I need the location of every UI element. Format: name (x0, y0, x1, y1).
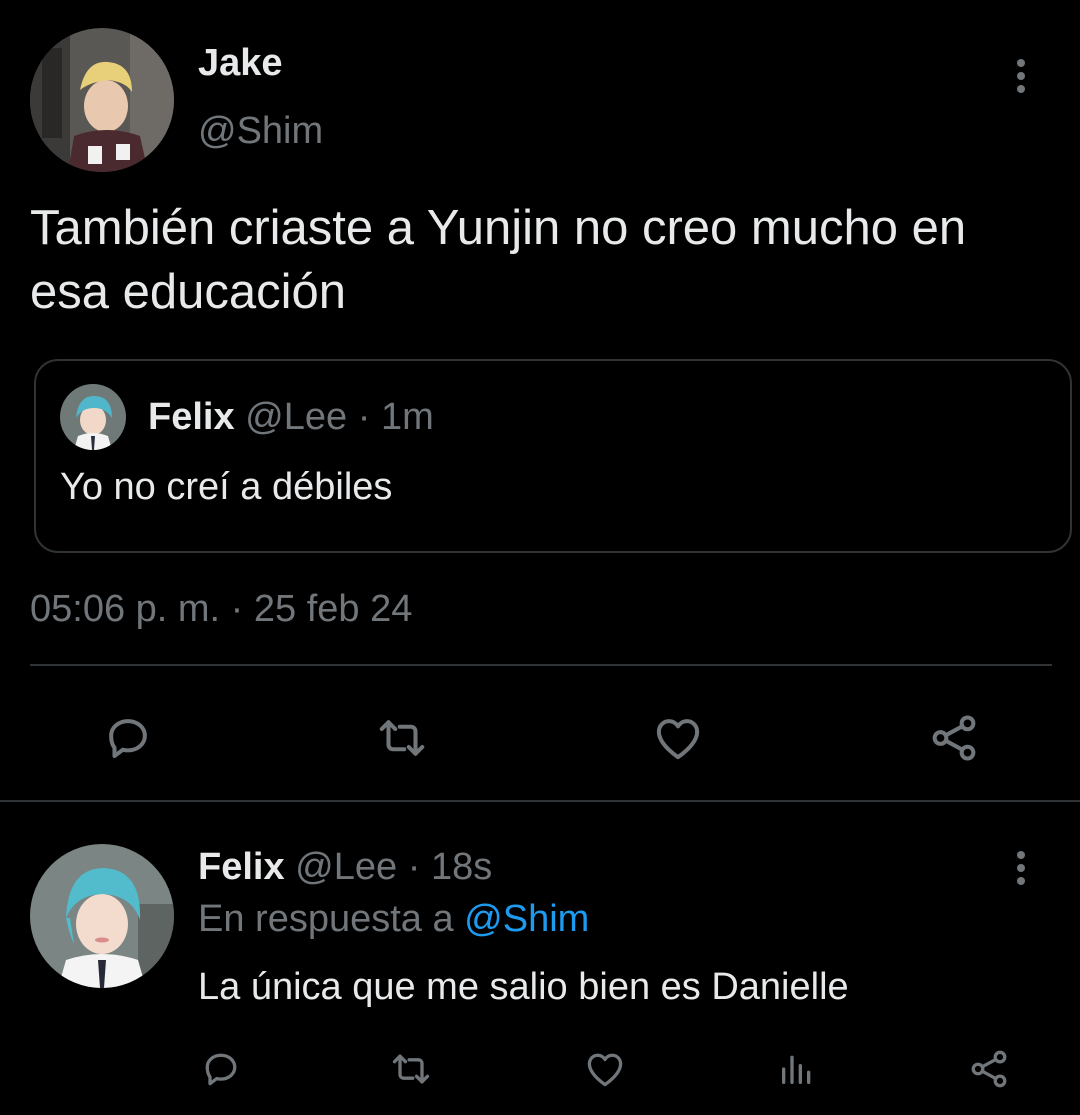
reply-time: 18s (430, 846, 493, 888)
author-handle[interactable]: @Shim (198, 110, 323, 153)
separator-dot: · (407, 846, 421, 888)
divider (30, 664, 1052, 666)
share-icon (971, 1050, 1007, 1088)
tweet-text: También criaste a Yunjin no creo mucho e… (30, 201, 967, 319)
reply-author-name[interactable]: Felix (198, 846, 285, 888)
like-icon (587, 1053, 623, 1087)
quoted-tweet-header: Felix @Lee · 1m (148, 396, 434, 439)
quoted-tweet-time: 1m (380, 396, 434, 438)
retweet-button[interactable] (370, 706, 434, 770)
retweet-button[interactable] (386, 1044, 436, 1094)
reply-text: La única que me salio bien es Danielle (198, 966, 849, 1008)
divider (0, 800, 1080, 802)
avatar-jake[interactable] (30, 28, 174, 172)
analytics-button[interactable] (772, 1044, 822, 1094)
share-button[interactable] (922, 706, 986, 770)
more-options-icon[interactable] (1006, 52, 1036, 100)
like-icon (656, 719, 700, 760)
avatar-felix[interactable] (30, 844, 174, 988)
tweet-timestamp[interactable]: 05:06 p. m. · 25 feb 24 (30, 588, 412, 631)
retweet-icon (392, 1054, 430, 1084)
avatar-felix-small (60, 384, 126, 450)
author-name[interactable]: Jake (198, 42, 283, 85)
reply-button[interactable] (96, 706, 160, 770)
reply-prefix: En respuesta a (198, 898, 465, 940)
quoted-author-name: Felix (148, 396, 235, 438)
retweet-icon (379, 720, 425, 756)
reply-header: Felix @Lee · 18s (198, 846, 492, 889)
share-icon (932, 715, 976, 761)
reply-author-handle[interactable]: @Lee (295, 846, 397, 888)
quoted-tweet-card[interactable] (34, 359, 1072, 553)
reply-button[interactable] (196, 1044, 246, 1094)
more-options-icon[interactable] (1006, 844, 1036, 892)
tweet-detail-page: Jake @Shim También criaste a Yunjin no c… (0, 0, 1080, 1115)
reply-to-handle-link[interactable]: @Shim (464, 898, 589, 940)
like-button[interactable] (646, 706, 710, 770)
share-button[interactable] (964, 1044, 1014, 1094)
quoted-author-handle: @Lee (245, 396, 348, 438)
quoted-tweet-text: Yo no creí a débiles (60, 466, 393, 508)
like-button[interactable] (580, 1044, 630, 1094)
reply-icon (205, 1053, 237, 1086)
separator-dot: · (357, 396, 371, 438)
reply-icon (109, 719, 147, 759)
reply-context: En respuesta a @Shim (198, 898, 589, 941)
analytics-icon (782, 1055, 811, 1084)
